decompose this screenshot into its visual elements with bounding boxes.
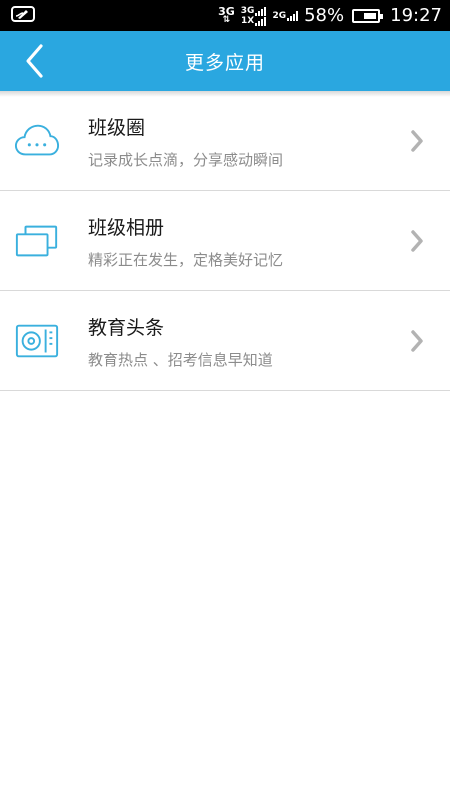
item-subtitle: 记录成长点滴，分享感动瞬间 xyxy=(88,151,284,169)
item-text: 教育头条 教育热点 、招考信息早知道 xyxy=(88,313,273,370)
chevron-left-icon xyxy=(26,44,43,78)
battery-percent: 58% xyxy=(304,5,345,26)
item-title: 班级相册 xyxy=(88,217,165,239)
chevron-right-icon xyxy=(408,329,426,353)
signal-icon: 2G xyxy=(272,10,299,21)
battery-fill xyxy=(364,12,377,19)
item-text: 班级相册 精彩正在发生，定格美好记忆 xyxy=(88,213,283,270)
chevron-right-icon xyxy=(408,129,426,153)
status-right: 3G ⇅ 3G 1X 2G 58% 19:27 xyxy=(218,0,442,31)
chevron-right-icon xyxy=(408,229,426,253)
list-item-education-news[interactable]: 教育头条 教育热点 、招考信息早知道 xyxy=(0,291,450,391)
list-item-class-album[interactable]: 班级相册 精彩正在发生，定格美好记忆 xyxy=(0,191,450,291)
network-type-tertiary: 2G xyxy=(272,10,287,21)
list-item-class-circle[interactable]: 班级圈 记录成长点滴，分享感动瞬间 xyxy=(0,91,450,191)
battery-icon xyxy=(352,8,384,23)
page-title: 更多应用 xyxy=(184,51,265,74)
signal-row-bottom: 1X xyxy=(241,15,267,26)
network-type-secondary-bottom: 1X xyxy=(241,15,255,26)
signal-icon: 3G 1X xyxy=(241,6,267,26)
title-bar: 更多应用 xyxy=(0,31,450,91)
signal-row-top: 3G xyxy=(241,6,267,16)
photo-album-icon xyxy=(14,221,60,261)
clock: 19:27 xyxy=(390,5,442,26)
network-type-secondary-top: 3G xyxy=(240,5,255,16)
signal-bars xyxy=(255,6,267,16)
notification-icon xyxy=(10,5,36,27)
news-icon xyxy=(14,321,60,361)
status-left xyxy=(10,0,36,31)
back-button[interactable] xyxy=(14,41,54,81)
item-title: 班级圈 xyxy=(88,117,146,139)
item-title: 教育头条 xyxy=(88,317,165,339)
signal-bars xyxy=(287,10,299,21)
signal-bars xyxy=(255,16,267,26)
data-transfer-icon: 3G ⇅ xyxy=(218,6,235,25)
arrows-glyph: ⇅ xyxy=(222,14,231,25)
status-bar: 3G ⇅ 3G 1X 2G 58% 19:27 xyxy=(0,0,450,31)
item-text: 班级圈 记录成长点滴，分享感动瞬间 xyxy=(88,113,283,170)
app-list: 班级圈 记录成长点滴，分享感动瞬间 班级相册 精彩正在发生，定格美好记忆 教育头… xyxy=(0,91,450,391)
item-subtitle: 教育热点 、招考信息早知道 xyxy=(88,351,273,369)
item-subtitle: 精彩正在发生，定格美好记忆 xyxy=(88,251,284,269)
cloud-icon xyxy=(14,121,60,161)
